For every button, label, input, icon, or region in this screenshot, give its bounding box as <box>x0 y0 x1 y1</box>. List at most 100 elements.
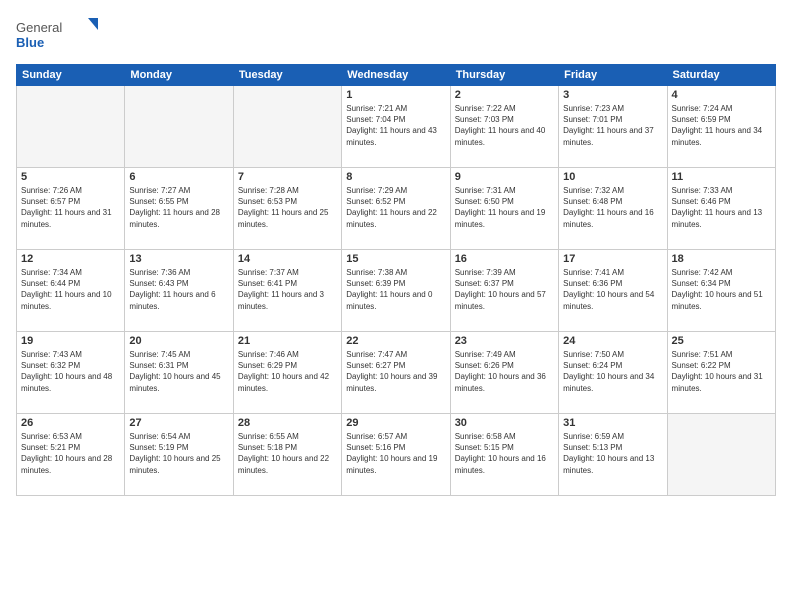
calendar-cell: 30 Sunrise: 6:58 AM Sunset: 5:15 PM Dayli… <box>450 414 558 496</box>
calendar-week-5: 26 Sunrise: 6:53 AM Sunset: 5:21 PM Dayli… <box>17 414 776 496</box>
svg-text:Blue: Blue <box>16 35 44 50</box>
calendar-cell <box>667 414 775 496</box>
day-info: Sunrise: 7:34 AM Sunset: 6:44 PM Dayligh… <box>21 267 120 312</box>
day-number: 1 <box>346 89 445 101</box>
day-info: Sunrise: 6:53 AM Sunset: 5:21 PM Dayligh… <box>21 431 120 476</box>
calendar-cell: 12 Sunrise: 7:34 AM Sunset: 6:44 PM Dayli… <box>17 250 125 332</box>
day-number: 6 <box>129 171 228 183</box>
day-info: Sunrise: 6:54 AM Sunset: 5:19 PM Dayligh… <box>129 431 228 476</box>
day-number: 22 <box>346 335 445 347</box>
day-info: Sunrise: 7:21 AM Sunset: 7:04 PM Dayligh… <box>346 103 445 148</box>
calendar-cell: 26 Sunrise: 6:53 AM Sunset: 5:21 PM Dayli… <box>17 414 125 496</box>
day-info: Sunrise: 7:49 AM Sunset: 6:26 PM Dayligh… <box>455 349 554 394</box>
calendar-table: SundayMondayTuesdayWednesdayThursdayFrid… <box>16 64 776 496</box>
day-number: 19 <box>21 335 120 347</box>
day-number: 9 <box>455 171 554 183</box>
header: General Blue <box>16 12 776 56</box>
general-blue-logo: General Blue <box>16 16 106 56</box>
calendar-week-3: 12 Sunrise: 7:34 AM Sunset: 6:44 PM Dayli… <box>17 250 776 332</box>
weekday-header-tuesday: Tuesday <box>233 65 341 86</box>
calendar-header-row: SundayMondayTuesdayWednesdayThursdayFrid… <box>17 65 776 86</box>
day-number: 17 <box>563 253 662 265</box>
day-number: 2 <box>455 89 554 101</box>
day-number: 21 <box>238 335 337 347</box>
calendar-cell: 10 Sunrise: 7:32 AM Sunset: 6:48 PM Dayli… <box>559 168 667 250</box>
weekday-header-wednesday: Wednesday <box>342 65 450 86</box>
calendar-cell: 17 Sunrise: 7:41 AM Sunset: 6:36 PM Dayli… <box>559 250 667 332</box>
day-info: Sunrise: 6:55 AM Sunset: 5:18 PM Dayligh… <box>238 431 337 476</box>
day-number: 12 <box>21 253 120 265</box>
day-info: Sunrise: 7:39 AM Sunset: 6:37 PM Dayligh… <box>455 267 554 312</box>
day-info: Sunrise: 7:24 AM Sunset: 6:59 PM Dayligh… <box>672 103 771 148</box>
calendar-cell: 24 Sunrise: 7:50 AM Sunset: 6:24 PM Dayli… <box>559 332 667 414</box>
day-info: Sunrise: 7:32 AM Sunset: 6:48 PM Dayligh… <box>563 185 662 230</box>
day-info: Sunrise: 7:45 AM Sunset: 6:31 PM Dayligh… <box>129 349 228 394</box>
day-number: 4 <box>672 89 771 101</box>
day-info: Sunrise: 7:41 AM Sunset: 6:36 PM Dayligh… <box>563 267 662 312</box>
calendar-cell: 1 Sunrise: 7:21 AM Sunset: 7:04 PM Daylig… <box>342 86 450 168</box>
calendar-cell: 6Sunrise: 7:27 AM Sunset: 6:55 PM Daylig… <box>125 168 233 250</box>
weekday-header-monday: Monday <box>125 65 233 86</box>
calendar-cell: 29Sunrise: 6:57 AM Sunset: 5:16 PM Dayli… <box>342 414 450 496</box>
day-info: Sunrise: 7:26 AM Sunset: 6:57 PM Dayligh… <box>21 185 120 230</box>
day-number: 24 <box>563 335 662 347</box>
day-info: Sunrise: 7:50 AM Sunset: 6:24 PM Dayligh… <box>563 349 662 394</box>
calendar-cell: 15Sunrise: 7:38 AM Sunset: 6:39 PM Dayli… <box>342 250 450 332</box>
day-number: 8 <box>346 171 445 183</box>
day-number: 30 <box>455 417 554 429</box>
weekday-header-saturday: Saturday <box>667 65 775 86</box>
day-number: 28 <box>238 417 337 429</box>
day-info: Sunrise: 7:23 AM Sunset: 7:01 PM Dayligh… <box>563 103 662 148</box>
calendar-cell: 5 Sunrise: 7:26 AM Sunset: 6:57 PM Daylig… <box>17 168 125 250</box>
day-info: Sunrise: 7:43 AM Sunset: 6:32 PM Dayligh… <box>21 349 120 394</box>
day-info: Sunrise: 6:59 AM Sunset: 5:13 PM Dayligh… <box>563 431 662 476</box>
day-info: Sunrise: 7:22 AM Sunset: 7:03 PM Dayligh… <box>455 103 554 148</box>
day-number: 31 <box>563 417 662 429</box>
calendar-cell: 7Sunrise: 7:28 AM Sunset: 6:53 PM Daylig… <box>233 168 341 250</box>
weekday-header-thursday: Thursday <box>450 65 558 86</box>
day-info: Sunrise: 7:29 AM Sunset: 6:52 PM Dayligh… <box>346 185 445 230</box>
day-info: Sunrise: 7:37 AM Sunset: 6:41 PM Dayligh… <box>238 267 337 312</box>
logo: General Blue <box>16 16 106 56</box>
day-info: Sunrise: 6:57 AM Sunset: 5:16 PM Dayligh… <box>346 431 445 476</box>
calendar-cell: 18Sunrise: 7:42 AM Sunset: 6:34 PM Dayli… <box>667 250 775 332</box>
calendar-cell: 16Sunrise: 7:39 AM Sunset: 6:37 PM Dayli… <box>450 250 558 332</box>
page: General Blue SundayMondayTuesdayWednesda… <box>0 0 792 612</box>
calendar-cell: 8 Sunrise: 7:29 AM Sunset: 6:52 PM Daylig… <box>342 168 450 250</box>
day-number: 18 <box>672 253 771 265</box>
weekday-header-friday: Friday <box>559 65 667 86</box>
day-info: Sunrise: 7:51 AM Sunset: 6:22 PM Dayligh… <box>672 349 771 394</box>
day-number: 20 <box>129 335 228 347</box>
day-info: Sunrise: 7:33 AM Sunset: 6:46 PM Dayligh… <box>672 185 771 230</box>
day-number: 27 <box>129 417 228 429</box>
calendar-cell <box>125 86 233 168</box>
calendar-week-1: 1 Sunrise: 7:21 AM Sunset: 7:04 PM Daylig… <box>17 86 776 168</box>
day-number: 5 <box>21 171 120 183</box>
day-number: 23 <box>455 335 554 347</box>
calendar-cell: 21Sunrise: 7:46 AM Sunset: 6:29 PM Dayli… <box>233 332 341 414</box>
svg-text:General: General <box>16 20 62 35</box>
calendar-cell: 27 Sunrise: 6:54 AM Sunset: 5:19 PM Dayli… <box>125 414 233 496</box>
day-info: Sunrise: 7:36 AM Sunset: 6:43 PM Dayligh… <box>129 267 228 312</box>
day-number: 13 <box>129 253 228 265</box>
calendar-cell: 13 Sunrise: 7:36 AM Sunset: 6:43 PM Dayli… <box>125 250 233 332</box>
calendar-cell: 28 Sunrise: 6:55 AM Sunset: 5:18 PM Dayli… <box>233 414 341 496</box>
calendar-week-2: 5 Sunrise: 7:26 AM Sunset: 6:57 PM Daylig… <box>17 168 776 250</box>
day-number: 3 <box>563 89 662 101</box>
calendar-cell <box>17 86 125 168</box>
day-info: Sunrise: 7:47 AM Sunset: 6:27 PM Dayligh… <box>346 349 445 394</box>
calendar-cell: 19 Sunrise: 7:43 AM Sunset: 6:32 PM Dayli… <box>17 332 125 414</box>
day-number: 7 <box>238 171 337 183</box>
weekday-header-sunday: Sunday <box>17 65 125 86</box>
day-number: 10 <box>563 171 662 183</box>
calendar-cell: 11 Sunrise: 7:33 AM Sunset: 6:46 PM Dayli… <box>667 168 775 250</box>
calendar-cell: 14Sunrise: 7:37 AM Sunset: 6:41 PM Dayli… <box>233 250 341 332</box>
day-info: Sunrise: 6:58 AM Sunset: 5:15 PM Dayligh… <box>455 431 554 476</box>
calendar-cell: 22 Sunrise: 7:47 AM Sunset: 6:27 PM Dayli… <box>342 332 450 414</box>
calendar-cell: 9Sunrise: 7:31 AM Sunset: 6:50 PM Daylig… <box>450 168 558 250</box>
day-number: 26 <box>21 417 120 429</box>
calendar-cell: 25 Sunrise: 7:51 AM Sunset: 6:22 PM Dayli… <box>667 332 775 414</box>
day-number: 11 <box>672 171 771 183</box>
day-number: 15 <box>346 253 445 265</box>
day-number: 25 <box>672 335 771 347</box>
